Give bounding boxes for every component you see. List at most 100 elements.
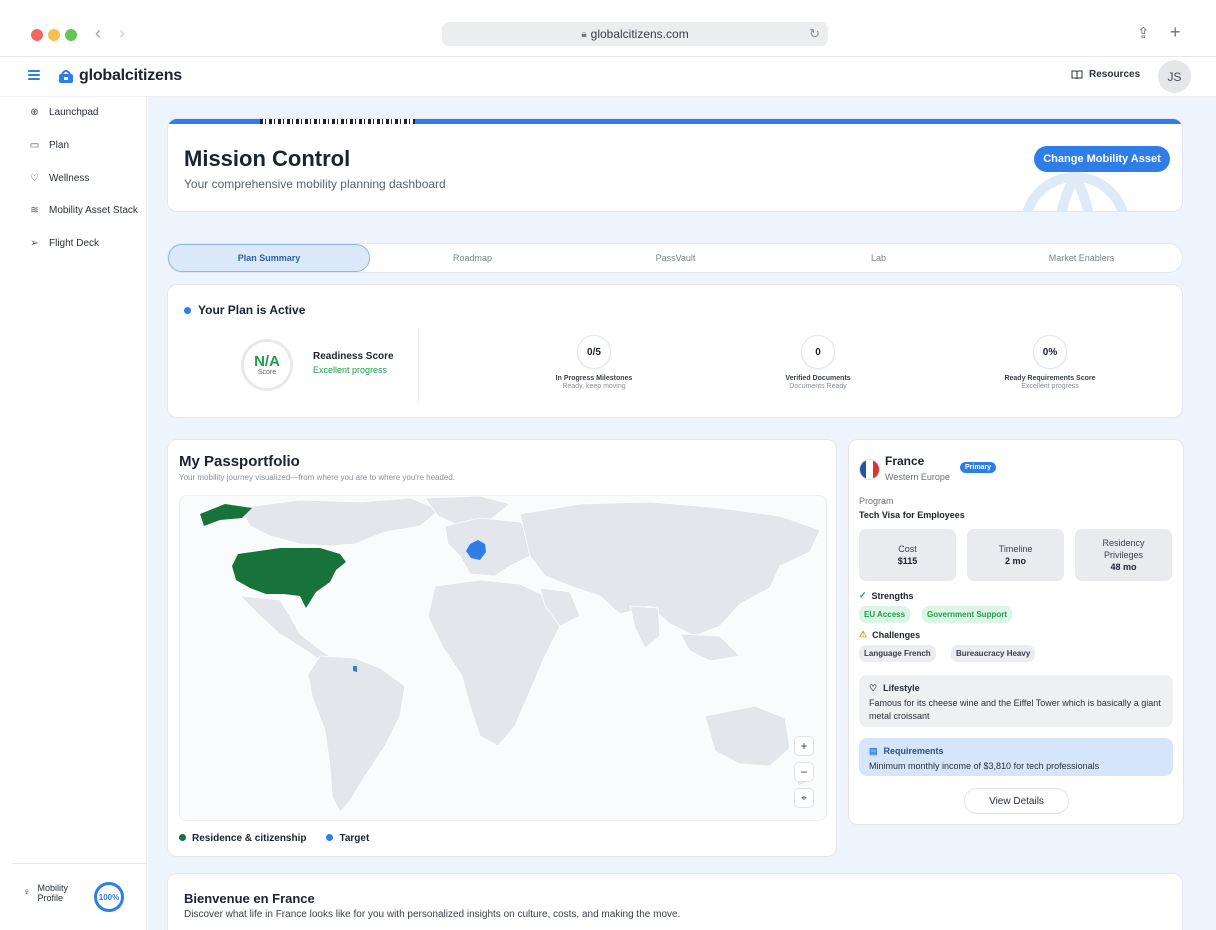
send-icon: ➢ — [30, 238, 39, 249]
back-icon[interactable]: ‹ — [95, 23, 101, 44]
stat-cost: Cost $115 — [859, 529, 956, 581]
zoom-in-button[interactable]: + — [794, 736, 814, 756]
close-window-button[interactable] — [31, 29, 43, 41]
reload-icon[interactable]: ↻ — [809, 26, 820, 42]
tab-passvault[interactable]: PassVault — [574, 244, 777, 272]
sidebar-item-label: Wellness — [49, 173, 90, 184]
divider — [418, 327, 419, 403]
address-bar[interactable]: 🔒︎ globalcitizens.com ↻ — [442, 22, 828, 46]
mobility-profile-link[interactable]: ♀ Mobility Profile — [23, 883, 68, 903]
score-value: N/A — [254, 352, 280, 370]
metric-sub: Documents Ready — [789, 383, 847, 390]
metric-value: 0% — [1033, 335, 1067, 369]
metric-value: 0/5 — [577, 335, 611, 369]
page-subtitle: Your comprehensive mobility planning das… — [184, 177, 446, 191]
stat-value: 48 mo — [1110, 562, 1137, 572]
challenge-chip: Bureaucracy Heavy — [951, 645, 1036, 662]
strengths-heading: ✓ Strengths — [859, 590, 914, 601]
lifestyle-text: Famous for its cheese wine and the Eiffe… — [869, 698, 1161, 721]
challenge-chip: Language French — [859, 645, 936, 662]
avatar[interactable]: JS — [1158, 60, 1191, 93]
welcome-title: Bienvenue en France — [184, 891, 315, 906]
requirements-title: Requirements — [883, 746, 944, 756]
sidebar-item-mobility-asset-stack[interactable]: ≋ Mobility Asset Stack — [29, 205, 138, 216]
strength-chip: Government Support — [922, 606, 1013, 623]
mission-control-card: Mission Control Your comprehensive mobil… — [167, 118, 1183, 212]
metric-requirements-score: 0% Ready Requirements Score Excellent pr… — [970, 335, 1130, 390]
country-region: Western Europe — [885, 472, 950, 482]
world-map[interactable]: + − ⌖ — [179, 495, 827, 821]
sidebar-item-flight-deck[interactable]: ➢ Flight Deck — [29, 238, 99, 249]
browser-chrome: ‹ › 🔒︎ globalcitizens.com ↻ ⇪ + — [0, 0, 1216, 57]
metric-label: Ready Requirements Score — [1004, 375, 1096, 382]
section-tabs: Plan Summary Roadmap PassVault Lab Marke… — [167, 243, 1183, 273]
country-detail-card: France Western Europe Primary Program Te… — [848, 439, 1184, 825]
stat-label: Timeline — [998, 544, 1033, 554]
globe-icon: ⊕ — [30, 107, 39, 118]
share-icon[interactable]: ⇪ — [1137, 24, 1150, 42]
heart-icon: ♡ — [869, 683, 878, 693]
check-circle-icon: ✓ — [859, 590, 867, 600]
book-icon — [1071, 70, 1083, 79]
sidebar-item-plan[interactable]: ▭ Plan — [29, 140, 69, 151]
new-tab-icon[interactable]: + — [1170, 22, 1181, 43]
logo-icon — [59, 70, 73, 83]
welcome-card: Bienvenue en France Discover what life i… — [167, 873, 1183, 930]
brand-name[interactable]: globalcitizens — [79, 67, 182, 85]
plan-status-card: Your Plan is Active N/A Score Readiness … — [167, 284, 1183, 418]
score-label: Score — [257, 368, 277, 376]
sidebar-item-wellness[interactable]: ♡ Wellness — [29, 173, 89, 184]
calendar-icon: ▭ — [29, 140, 40, 151]
primary-badge: Primary — [960, 462, 997, 473]
sidebar-item-label: Plan — [49, 140, 70, 151]
program-label: Program — [859, 496, 894, 506]
menu-icon[interactable] — [28, 70, 40, 80]
plan-status-title: Your Plan is Active — [184, 303, 305, 317]
warning-icon: ⚠ — [859, 629, 868, 639]
tab-plan-summary[interactable]: Plan Summary — [168, 244, 370, 272]
user-icon: ♀ — [23, 887, 31, 898]
minimize-window-button[interactable] — [48, 29, 60, 41]
stat-value: 2 mo — [1004, 556, 1026, 566]
sidebar-item-label: Flight Deck — [49, 238, 100, 249]
metric-value: 0 — [801, 335, 835, 369]
url-text: globalcitizens.com — [590, 27, 689, 41]
reset-view-button[interactable]: ⌖ — [794, 788, 814, 808]
metric-sub: Excellent progress — [1021, 383, 1079, 390]
zoom-out-button[interactable]: − — [794, 762, 814, 782]
maximize-window-button[interactable] — [65, 29, 77, 41]
resources-link[interactable]: Resources — [1071, 69, 1140, 80]
requirements-text: Minimum monthly income of $3,810 for tec… — [869, 761, 1100, 771]
strength-chip: EU Access — [859, 606, 911, 623]
world-map-graphic — [200, 496, 821, 813]
tab-market-enablers[interactable]: Market Enablers — [980, 244, 1183, 272]
stat-label: Residency Privileges — [1102, 538, 1145, 560]
passportfolio-title: My Passportfolio — [179, 453, 300, 470]
heart-icon: ♡ — [30, 173, 39, 184]
app-header: globalcitizens Resources JS — [0, 57, 1216, 97]
sidebar-item-launchpad[interactable]: ⊕ Launchpad — [29, 107, 99, 118]
header-strip-pattern — [260, 119, 415, 124]
lifestyle-box: ♡ Lifestyle Famous for its cheese wine an… — [859, 675, 1173, 727]
status-dot — [184, 306, 191, 314]
passportfolio-subtitle: Your mobility journey visualized—from wh… — [179, 473, 456, 482]
metric-verified-documents: 0 Verified Documents Documents Ready — [738, 335, 898, 390]
lifestyle-title: Lifestyle — [883, 683, 920, 693]
tab-roadmap[interactable]: Roadmap — [371, 244, 574, 272]
requirements-box: ▤ Requirements Minimum monthly income of … — [859, 738, 1173, 776]
metric-label: In Progress Milestones — [555, 375, 633, 382]
stat-timeline: Timeline 2 mo — [967, 529, 1064, 581]
legend-item-residence: Residence & citizenship — [179, 833, 306, 844]
forward-icon[interactable]: › — [119, 23, 125, 44]
profile-progress-ring[interactable]: 100% — [94, 882, 124, 912]
sidebar-item-label: Launchpad — [49, 107, 99, 118]
readiness-score-ring: N/A Score — [241, 339, 293, 391]
change-mobility-asset-button[interactable]: Change Mobility Asset — [1034, 146, 1170, 172]
program-value: Tech Visa for Employees — [859, 510, 965, 520]
main-content: Mission Control Your comprehensive mobil… — [148, 97, 1216, 930]
readiness-score-title: Readiness Score — [313, 351, 394, 362]
mobility-profile-label-1: Mobility — [37, 883, 69, 893]
mobility-profile-label-2: Profile — [37, 893, 64, 903]
tab-lab[interactable]: Lab — [777, 244, 980, 272]
view-details-button[interactable]: View Details — [964, 788, 1069, 814]
